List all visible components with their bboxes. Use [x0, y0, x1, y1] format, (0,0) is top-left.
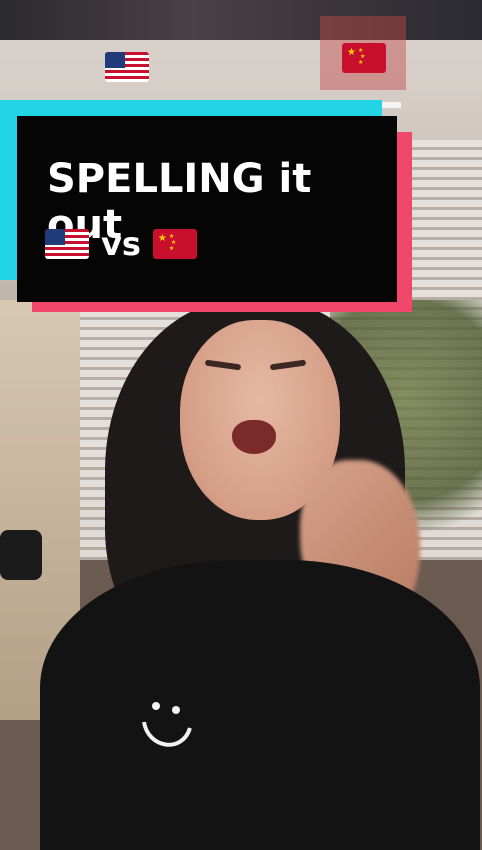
black-shirt: [40, 560, 480, 850]
us-flag-icon: [45, 229, 89, 259]
person-mouth: [232, 420, 276, 454]
ceiling-decor: [0, 0, 482, 40]
caption-vs: vs: [101, 225, 141, 263]
smiley-shirt-logo: [142, 702, 192, 747]
caption-box: SPELLING it out vs ★ ★ ★ ★: [17, 116, 397, 302]
cn-flag-icon: ★ ★ ★ ★: [152, 229, 197, 259]
caption-title: SPELLING it out: [47, 156, 312, 248]
caption-subline: vs ★ ★ ★ ★: [45, 221, 365, 267]
us-flag-icon: [105, 52, 149, 82]
camera-on-shelf: [0, 530, 42, 580]
cn-flag-icon: ★ ★ ★ ★: [342, 43, 386, 73]
